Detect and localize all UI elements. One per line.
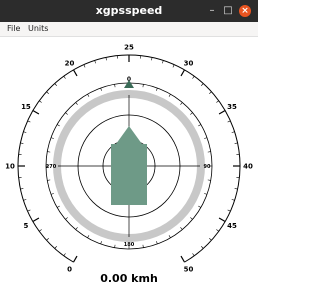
compass-label-180: 180 (124, 242, 135, 248)
heading-marker-icon (124, 80, 134, 88)
compass-tick-130 (190, 217, 193, 220)
compass-tick-150 (168, 235, 171, 239)
menu-units[interactable]: Units (28, 22, 48, 36)
speed-tick-35 (218, 109, 226, 115)
compass-tick-80 (207, 151, 211, 153)
speed-tick-15 (32, 109, 40, 115)
speed-tick-label-45: 45 (227, 222, 237, 230)
compass-tick-60 (198, 124, 202, 127)
title-bar: xgpsspeed – □ × (0, 0, 258, 22)
speed-tick-label-40: 40 (243, 163, 253, 171)
compass-tick-330 (87, 93, 90, 97)
compass-tick-110 (204, 193, 208, 195)
compass-tick-20 (156, 87, 158, 91)
speed-readout: 0.00 kmh (100, 272, 158, 285)
speed-tick-label-30: 30 (184, 59, 194, 67)
compass-tick-210 (87, 235, 90, 239)
compass-tick-40 (180, 102, 183, 105)
minimize-button[interactable]: – (205, 0, 219, 22)
compass-tick-340 (100, 87, 102, 91)
speed-tick-0 (72, 255, 78, 263)
menu-file[interactable]: File (7, 22, 20, 36)
compass-tick-290 (50, 137, 54, 139)
speed-tick-label-10: 10 (5, 163, 15, 171)
compass-label-270: 270 (46, 164, 57, 170)
window-title: xgpsspeed (95, 4, 163, 17)
compass-tick-350 (114, 84, 116, 88)
speed-tick-5 (32, 217, 40, 223)
track-arrow-icon (111, 126, 147, 205)
speed-tick-label-25: 25 (124, 44, 134, 52)
compass-tick-200 (100, 241, 102, 245)
compass-tick-280 (47, 151, 51, 153)
compass-tick-250 (50, 193, 54, 195)
speed-tick-label-5: 5 (24, 222, 29, 230)
compass-tick-10 (142, 84, 144, 88)
compass-tick-260 (47, 179, 51, 181)
speed-gauge: 05101520253035404550 0 90 180 270 (5, 44, 253, 274)
compass-tick-30 (168, 93, 171, 97)
compass-tick-120 (198, 205, 202, 208)
compass-tick-50 (190, 112, 193, 115)
speed-tick-30 (180, 69, 186, 77)
compass-tick-100 (207, 179, 211, 181)
speed-tick-20 (72, 69, 78, 77)
speed-tick-label-15: 15 (21, 103, 31, 111)
compass-tick-310 (65, 112, 68, 115)
compass-tick-70 (204, 137, 208, 139)
speed-tick-45 (218, 217, 226, 223)
close-button[interactable]: × (239, 5, 251, 17)
compass-tick-230 (65, 217, 68, 220)
speed-tick-label-35: 35 (227, 103, 237, 111)
compass-tick-160 (156, 241, 158, 245)
compass-tick-170 (142, 244, 144, 248)
compass-tick-220 (75, 227, 78, 230)
compass-tick-140 (180, 227, 183, 230)
compass-tick-300 (56, 124, 60, 127)
menu-bar: File Units (0, 22, 258, 37)
compass-label-90: 90 (204, 164, 211, 170)
compass-tick-240 (56, 205, 60, 208)
speed-tick-label-20: 20 (65, 59, 75, 67)
compass-tick-190 (114, 244, 116, 248)
compass-tick-320 (75, 102, 78, 105)
maximize-button[interactable]: □ (221, 0, 235, 22)
speed-tick-50 (180, 255, 186, 263)
